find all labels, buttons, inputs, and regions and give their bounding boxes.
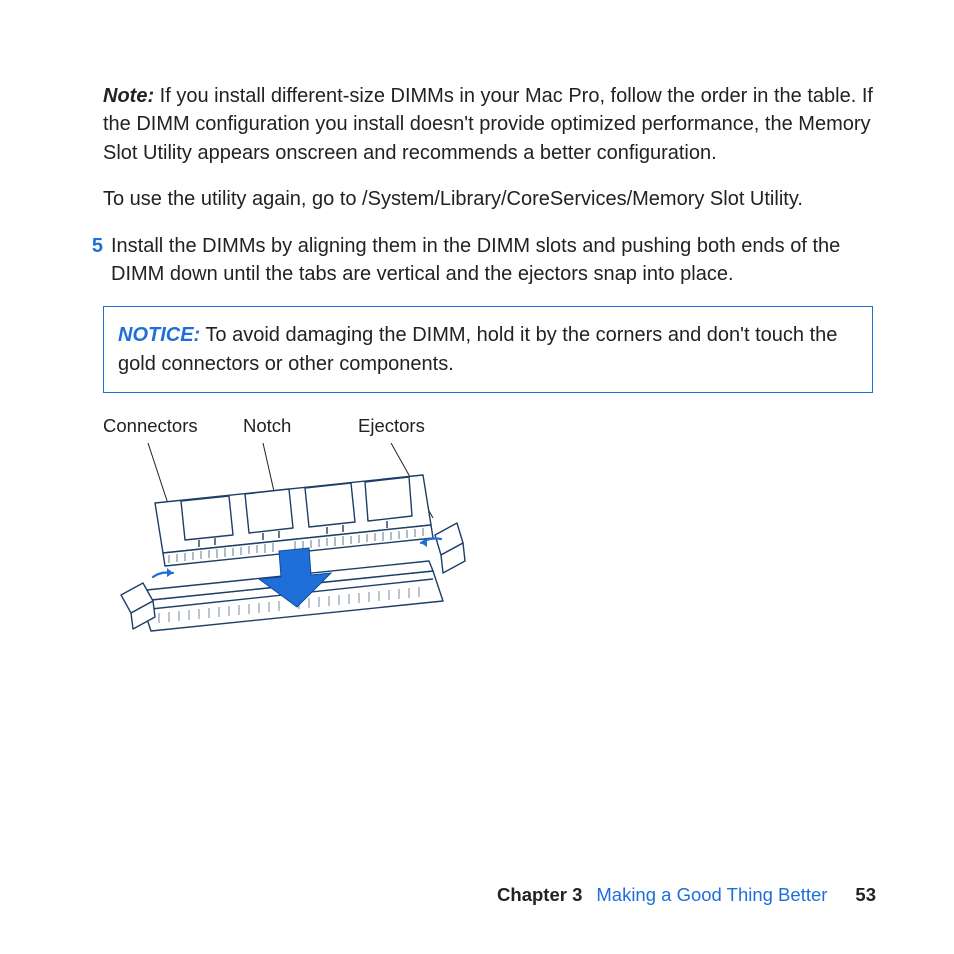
note-paragraph: Note: If you install different-size DIMM… (103, 82, 873, 167)
note-head: Note: (103, 85, 154, 107)
page-number: 53 (855, 884, 876, 906)
figure: Connectors Notch Ejectors (103, 415, 603, 643)
notice-body: To avoid damaging the DIMM, hold it by t… (118, 324, 837, 374)
figure-labels-row: Connectors Notch Ejectors (103, 415, 603, 437)
utility-paragraph: To use the utility again, go to /System/… (103, 185, 873, 213)
dimm-illustration (103, 443, 473, 643)
chapter-number: Chapter 3 (497, 884, 582, 906)
page-body: Note: If you install different-size DIMM… (103, 82, 873, 643)
step-number: 5 (81, 232, 111, 260)
notice-box: NOTICE: To avoid damaging the DIMM, hold… (103, 306, 873, 393)
step-text: Install the DIMMs by aligning them in th… (111, 232, 873, 289)
label-notch: Notch (243, 415, 358, 437)
label-ejectors: Ejectors (358, 415, 478, 437)
label-connectors: Connectors (103, 415, 243, 437)
notice-head: NOTICE: (118, 324, 200, 346)
note-body: If you install different-size DIMMs in y… (103, 85, 873, 164)
chapter-title: Making a Good Thing Better (596, 884, 827, 906)
page-footer: Chapter 3 Making a Good Thing Better 53 (497, 884, 876, 906)
step-row: 5 Install the DIMMs by aligning them in … (81, 232, 873, 289)
